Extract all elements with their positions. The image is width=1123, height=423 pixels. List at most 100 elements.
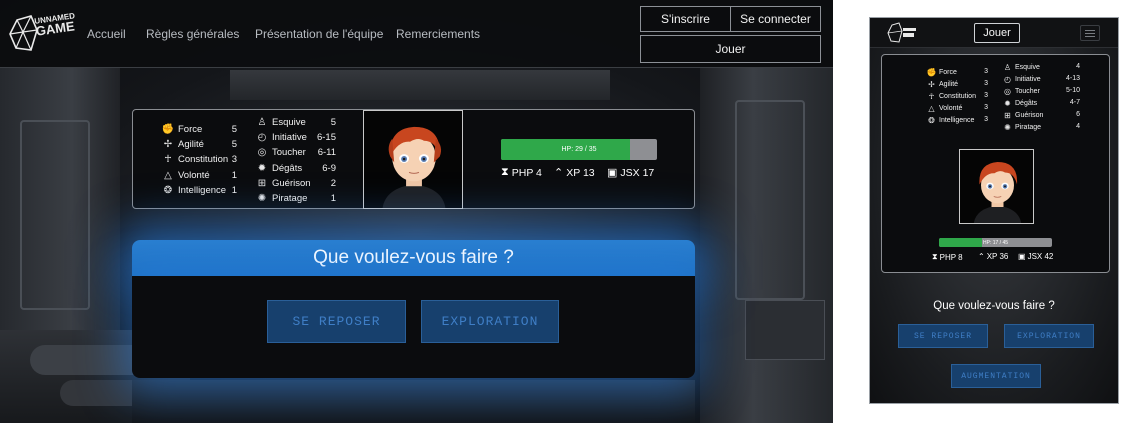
resource-label: XP 36 bbox=[986, 252, 1009, 261]
login-button[interactable]: Se connecter bbox=[730, 6, 821, 32]
stat-degats: ✹ Dégâts bbox=[255, 161, 302, 175]
action-prompt-title: Que voulez-vous faire ? bbox=[132, 240, 695, 276]
nav-accueil[interactable]: Accueil bbox=[87, 27, 126, 41]
avatar bbox=[973, 162, 1022, 223]
stat-label: Guérison bbox=[1015, 111, 1044, 119]
rest-button[interactable]: SE REPOSER bbox=[898, 324, 988, 348]
stat-value: 1 bbox=[231, 170, 237, 181]
agility-icon: ✢ bbox=[928, 79, 935, 89]
nav-regles[interactable]: Règles générales bbox=[146, 27, 239, 41]
stat-label: Toucher bbox=[272, 146, 306, 158]
nav-equipe[interactable]: Présentation de l'équipe bbox=[255, 27, 383, 41]
top-navbar: UNNAMED GAME Accueil Règles générales Pr… bbox=[0, 0, 833, 68]
banknote-icon: ▣ bbox=[607, 167, 618, 179]
hp-text: HP: 29 / 35 bbox=[561, 146, 597, 153]
stat-label: Esquive bbox=[272, 116, 306, 128]
stat-force: ✊ Force bbox=[161, 122, 203, 136]
stat-force: ✊ Force bbox=[926, 66, 957, 78]
resource-label: JSX 42 bbox=[1027, 252, 1054, 261]
stat-toucher: ◎ Toucher bbox=[255, 145, 306, 159]
stat-constitution: ☥ Constitution bbox=[926, 90, 976, 102]
stat-value: 6-15 bbox=[316, 132, 336, 143]
character-portrait bbox=[959, 149, 1034, 224]
action-panel: SE REPOSER EXPLORATION bbox=[132, 276, 695, 378]
stat-value: 4 bbox=[1076, 123, 1080, 130]
stat-label: Constitution bbox=[939, 92, 976, 100]
stat-label: Piratage bbox=[1015, 123, 1042, 131]
fist-icon: ✊ bbox=[926, 67, 937, 77]
dodge-icon: ♙ bbox=[257, 116, 267, 128]
stat-esquive: ♙ Esquive bbox=[1002, 61, 1040, 73]
resource-xp: ⌃ XP 13 bbox=[554, 166, 595, 180]
resource-label: PHP 8 bbox=[939, 252, 963, 262]
logo[interactable]: UNNAMED GAME bbox=[5, 11, 77, 56]
stat-value: 3 bbox=[984, 68, 988, 75]
mobile-navbar: Jouer bbox=[870, 18, 1118, 48]
virus-icon: ✺ bbox=[257, 192, 267, 204]
desktop-view: UNNAMED GAME Accueil Règles générales Pr… bbox=[0, 0, 833, 423]
signup-button[interactable]: S'inscrire bbox=[640, 6, 731, 32]
explosion-icon: ✹ bbox=[1004, 98, 1011, 108]
stat-intelligence: ❂ Intelligence bbox=[926, 114, 974, 126]
stat-value: 5 bbox=[231, 139, 237, 150]
stat-degats: ✹ Dégâts bbox=[1002, 97, 1037, 109]
mobile-character-card: ✊ Force 3 ✢ Agilité 3 ☥ Constitution 3 △ Vol… bbox=[881, 54, 1110, 273]
stat-value: 5 bbox=[231, 124, 237, 135]
stat-label: Piratage bbox=[272, 192, 308, 204]
exploration-button[interactable]: EXPLORATION bbox=[421, 300, 559, 343]
stopwatch-icon: ◴ bbox=[257, 131, 267, 143]
stat-initiative: ◴ Initiative bbox=[255, 130, 307, 144]
runner-icon: ☥ bbox=[928, 91, 935, 101]
virus-icon: ✺ bbox=[1004, 122, 1011, 132]
banknote-icon: ▣ bbox=[1018, 252, 1026, 261]
play-button[interactable]: Jouer bbox=[640, 35, 821, 63]
medkit-icon: ⊞ bbox=[1004, 110, 1011, 120]
stat-value: 4 bbox=[1076, 63, 1080, 70]
stat-label: Guérison bbox=[272, 177, 311, 189]
stat-value: 3 bbox=[984, 104, 988, 111]
stat-value: 3 bbox=[231, 154, 237, 165]
stat-label: Dégâts bbox=[1015, 99, 1038, 107]
stat-label: Initiative bbox=[272, 131, 307, 143]
stat-value: 3 bbox=[984, 116, 988, 123]
hp-bar: HP: 17 / 45 bbox=[939, 238, 1052, 247]
stat-value: 2 bbox=[330, 178, 336, 189]
stat-value: 1 bbox=[330, 193, 336, 204]
d20-dice-icon[interactable] bbox=[886, 21, 918, 45]
hourglass-icon: ⧗ bbox=[501, 166, 509, 178]
brain-icon: ❂ bbox=[928, 115, 935, 125]
target-icon: ◎ bbox=[1004, 86, 1011, 96]
stat-guerison: ⊞ Guérison bbox=[1002, 109, 1043, 121]
mobile-view: Jouer ✊ Force 3 ✢ Agilité 3 ☥ Constitution … bbox=[869, 17, 1119, 404]
nav-remerciements[interactable]: Remerciements bbox=[396, 27, 480, 41]
augmentation-button[interactable]: AUGMENTATION bbox=[951, 364, 1041, 388]
chevron-up-icon: ⌃ bbox=[554, 167, 564, 179]
stat-label: Volonté bbox=[939, 104, 963, 112]
mobile-play-button[interactable]: Jouer bbox=[974, 23, 1020, 43]
stat-label: Force bbox=[178, 123, 203, 135]
hp-bar: HP: 29 / 35 bbox=[501, 139, 657, 160]
fist-icon: ✊ bbox=[161, 123, 175, 135]
stat-value: 4-13 bbox=[1065, 75, 1080, 82]
stat-guerison: ⊞ Guérison bbox=[255, 176, 311, 190]
stat-volonte: △ Volonté bbox=[926, 102, 962, 114]
target-icon: ◎ bbox=[257, 146, 267, 158]
stat-label: Esquive bbox=[1015, 63, 1040, 71]
stopwatch-icon: ◴ bbox=[1004, 74, 1011, 84]
pyramid-icon: △ bbox=[164, 169, 172, 181]
stat-label: Agilité bbox=[939, 80, 959, 88]
stat-volonte: △ Volonté bbox=[161, 168, 210, 182]
stat-piratage: ✺ Piratage bbox=[1002, 121, 1041, 133]
stat-value: 6-9 bbox=[322, 163, 336, 174]
medkit-icon: ⊞ bbox=[257, 177, 267, 189]
brain-icon: ❂ bbox=[163, 184, 173, 196]
resource-jsx: ▣ JSX 42 bbox=[1018, 252, 1053, 261]
stat-toucher: ◎ Toucher bbox=[1002, 85, 1040, 97]
stat-label: Intelligence bbox=[939, 116, 975, 124]
hamburger-menu-icon[interactable] bbox=[1080, 25, 1100, 41]
logo-text: UNNAMED GAME bbox=[34, 11, 77, 38]
exploration-button[interactable]: EXPLORATION bbox=[1004, 324, 1094, 348]
rest-button[interactable]: SE REPOSER bbox=[267, 300, 406, 343]
action-prompt-title: Que voulez-vous faire ? bbox=[933, 300, 1055, 312]
chevron-up-icon: ⌃ bbox=[978, 252, 985, 261]
